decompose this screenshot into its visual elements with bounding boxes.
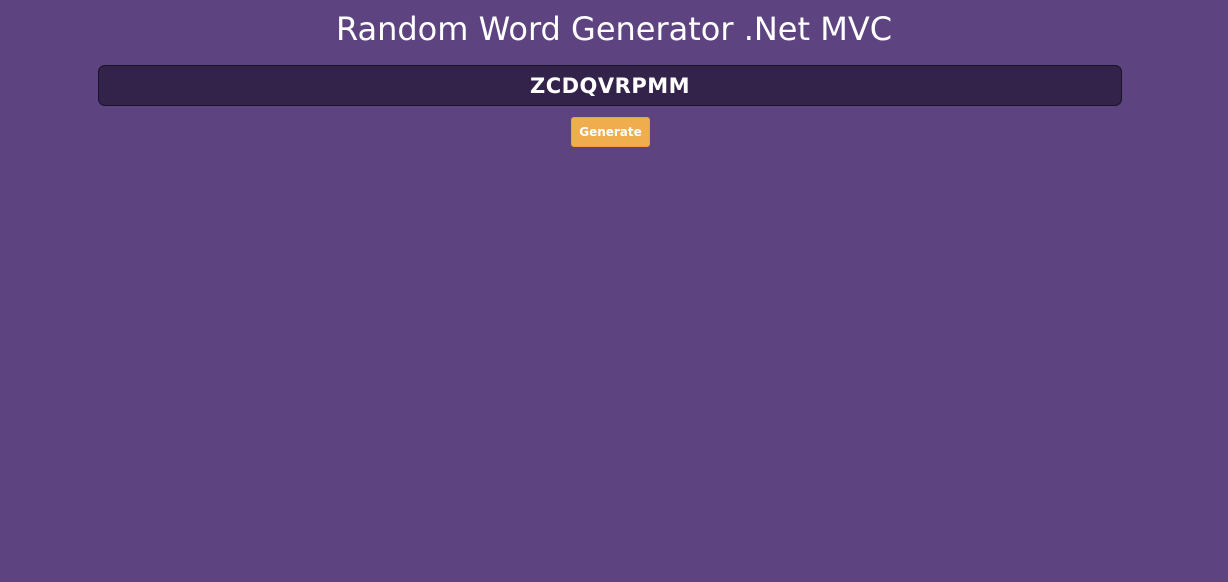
- page-title: Random Word Generator .Net MVC: [335, 10, 893, 48]
- generated-word-text: ZCDQVRPMM: [529, 73, 691, 98]
- generate-button[interactable]: Generate: [571, 117, 650, 147]
- generated-word-display: ZCDQVRPMM: [98, 65, 1122, 106]
